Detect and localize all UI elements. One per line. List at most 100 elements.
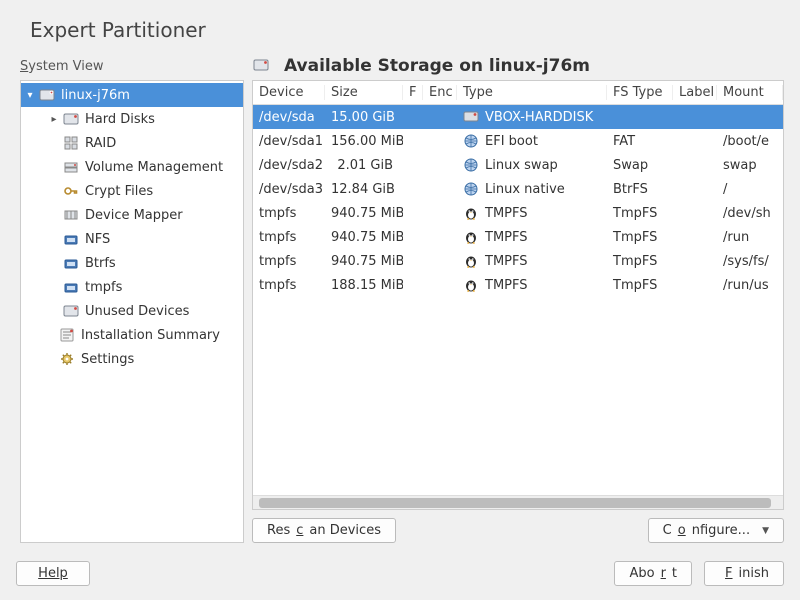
penguin-icon — [463, 229, 479, 245]
table-row[interactable]: tmpfs940.75 MiBTMPFSTmpFS/sys/fs/ — [253, 249, 783, 273]
cell-device: /dev/sda1 — [253, 134, 325, 149]
cell-type: TMPFS — [457, 253, 607, 269]
tree-item-tmpfs[interactable]: tmpfs — [21, 275, 243, 299]
caret-down-icon[interactable]: ▾ — [23, 90, 37, 101]
cell-fstype: Swap — [607, 158, 673, 173]
storage-pane: Available Storage on linux-j76m Device S… — [252, 56, 784, 543]
globe-icon — [463, 133, 479, 149]
cell-mount: swap — [717, 158, 783, 173]
horizontal-scrollbar[interactable] — [253, 495, 783, 509]
tree-item-label: tmpfs — [85, 280, 122, 295]
cell-size: 2.01 GiB — [325, 158, 403, 173]
cell-size: 940.75 MiB — [325, 206, 403, 221]
cell-type: VBOX-HARDDISK — [457, 109, 607, 125]
tree-item-btrfs[interactable]: Btrfs — [21, 251, 243, 275]
cell-mount: / — [717, 182, 783, 197]
tree-item-crypt-files[interactable]: Crypt Files — [21, 179, 243, 203]
cell-mount: /sys/fs/ — [717, 254, 783, 269]
window-title: Expert Partitioner — [0, 0, 800, 56]
cell-mount: /dev/sh — [717, 206, 783, 221]
cell-size: 940.75 MiB — [325, 254, 403, 269]
table-row[interactable]: /dev/sda1156.00 MiBEFI bootFAT/boot/e — [253, 129, 783, 153]
tree-item-installation-summary[interactable]: Installation Summary — [21, 323, 243, 347]
tree-item-volume-management[interactable]: Volume Management — [21, 155, 243, 179]
chevron-down-icon: ▼ — [762, 526, 769, 536]
cell-size: 188.15 MiB — [325, 278, 403, 293]
cell-type-label: Linux swap — [485, 158, 558, 173]
cell-type-label: TMPFS — [485, 278, 528, 293]
col-f[interactable]: F — [403, 85, 423, 100]
cell-mount: /run/us — [717, 278, 783, 293]
nfs-icon — [61, 254, 81, 272]
cell-size: 940.75 MiB — [325, 230, 403, 245]
scrollbar-thumb[interactable] — [259, 498, 771, 508]
cell-type-label: TMPFS — [485, 254, 528, 269]
cell-type: Linux native — [457, 181, 607, 197]
tree-item-hard-disks[interactable]: ▸Hard Disks — [21, 107, 243, 131]
cell-fstype: TmpFS — [607, 206, 673, 221]
cell-type: EFI boot — [457, 133, 607, 149]
caret-icon[interactable]: ▸ — [47, 114, 61, 125]
cell-size: 12.84 GiB — [325, 182, 403, 197]
cell-device: /dev/sda3 — [253, 182, 325, 197]
rescan-devices-button[interactable]: Rescan Devices — [252, 518, 396, 543]
gear-icon — [57, 350, 77, 368]
raid-icon — [61, 134, 81, 152]
cell-mount: /run — [717, 230, 783, 245]
tree-item-raid[interactable]: RAID — [21, 131, 243, 155]
col-device[interactable]: Device — [253, 85, 325, 100]
table-body: /dev/sda15.00 GiBVBOX-HARDDISK/dev/sda11… — [253, 105, 783, 495]
abort-button[interactable]: Abort — [614, 561, 692, 586]
table-row[interactable]: tmpfs188.15 MiBTMPFSTmpFS/run/us — [253, 273, 783, 297]
col-fstype[interactable]: FS Type — [607, 85, 673, 100]
table-row[interactable]: /dev/sda22.01 GiB Linux swap Swap swap — [253, 153, 783, 177]
tree-item-label: Settings — [81, 352, 134, 367]
map-icon — [61, 206, 81, 224]
configure-button[interactable]: Configure... ▼ — [648, 518, 784, 543]
tree-item-unused-devices[interactable]: Unused Devices — [21, 299, 243, 323]
storage-table[interactable]: Device Size F Enc Type FS Type Label Mou… — [252, 80, 784, 510]
cell-type: TMPFS — [457, 277, 607, 293]
tree-item-label: Btrfs — [85, 256, 116, 271]
tree-item-device-mapper[interactable]: Device Mapper — [21, 203, 243, 227]
tree-root-host[interactable]: ▾ linux-j76m — [21, 83, 243, 107]
col-mount[interactable]: Mount — [717, 85, 783, 100]
col-enc[interactable]: Enc — [423, 85, 457, 100]
table-row[interactable]: tmpfs940.75 MiBTMPFSTmpFS/dev/sh — [253, 201, 783, 225]
penguin-icon — [463, 277, 479, 293]
globe-icon — [463, 181, 479, 197]
cell-fstype: TmpFS — [607, 230, 673, 245]
tree-root-label: linux-j76m — [61, 88, 130, 103]
help-button[interactable]: Help — [16, 561, 90, 586]
col-type[interactable]: Type — [457, 85, 607, 100]
nfs-icon — [61, 278, 81, 296]
tree-item-label: RAID — [85, 136, 116, 151]
tree-item-settings[interactable]: Settings — [21, 347, 243, 371]
tree-item-nfs[interactable]: NFS — [21, 227, 243, 251]
system-view-panel: System View ▾ linux-j76m ▸Hard Disks RAID… — [20, 56, 244, 543]
cell-type-label: TMPFS — [485, 230, 528, 245]
cell-type: TMPFS — [457, 229, 607, 245]
cell-device: /dev/sda — [253, 110, 325, 125]
table-row[interactable]: /dev/sda15.00 GiBVBOX-HARDDISK — [253, 105, 783, 129]
system-view-tree[interactable]: ▾ linux-j76m ▸Hard Disks RAID Volume Manag… — [20, 80, 244, 543]
table-row[interactable]: /dev/sda312.84 GiBLinux nativeBtrFS/ — [253, 177, 783, 201]
pane-title: Available Storage on linux-j76m — [284, 56, 590, 76]
cell-type-label: EFI boot — [485, 134, 538, 149]
col-label[interactable]: Label — [673, 85, 717, 100]
tree-item-label: Device Mapper — [85, 208, 183, 223]
expert-partitioner-window: Expert Partitioner System View ▾ linux-j… — [0, 0, 800, 600]
table-header[interactable]: Device Size F Enc Type FS Type Label Mou… — [253, 81, 783, 105]
table-row[interactable]: tmpfs940.75 MiB TMPFS TmpFS/run — [253, 225, 783, 249]
hd-icon — [61, 110, 81, 128]
main-area: System View ▾ linux-j76m ▸Hard Disks RAID… — [0, 56, 800, 553]
col-size[interactable]: Size — [325, 85, 403, 100]
tree-item-label: Installation Summary — [81, 328, 220, 343]
tree-item-label: Volume Management — [85, 160, 223, 175]
cell-device: /dev/sda2 — [253, 158, 325, 173]
cell-device: tmpfs — [253, 230, 325, 245]
finish-button[interactable]: Finish — [704, 561, 784, 586]
pane-disk-icon — [252, 56, 274, 76]
system-view-label: System View — [20, 56, 244, 80]
cell-device: tmpfs — [253, 206, 325, 221]
